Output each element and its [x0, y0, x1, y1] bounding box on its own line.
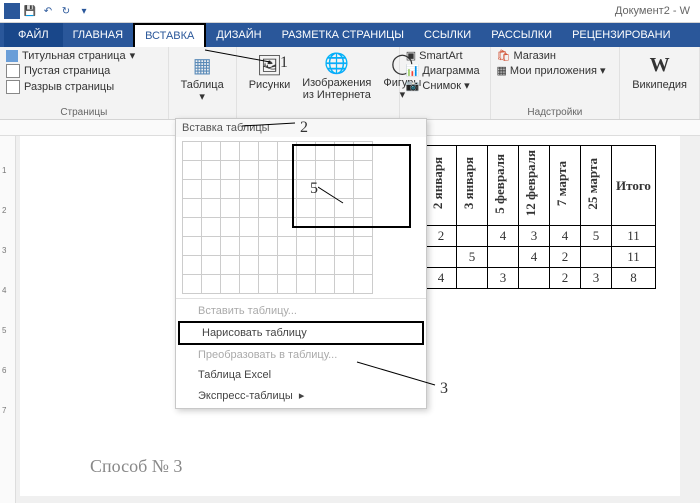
- cover-page-button[interactable]: Титульная страница▾: [6, 49, 162, 62]
- online-pictures-icon: 🌐: [323, 51, 351, 77]
- group-illustrations-2: ▣SmartArt 📊Диаграмма 📷Снимок▾: [400, 47, 491, 119]
- col-date: 5 февраля: [488, 146, 519, 226]
- redo-icon[interactable]: ↻: [58, 3, 74, 19]
- col-date: 2 января: [426, 146, 457, 226]
- cover-page-label: Титульная страница: [22, 50, 126, 62]
- cover-page-icon: [6, 50, 18, 62]
- page-break-button[interactable]: Разрыв страницы: [6, 80, 162, 94]
- pictures-label: Рисунки: [249, 79, 291, 91]
- online-pictures-button[interactable]: 🌐Изображения из Интернета: [296, 49, 377, 103]
- smartart-icon: ▣: [406, 49, 416, 62]
- chart-button[interactable]: 📊Диаграмма: [406, 64, 484, 77]
- tab-layout[interactable]: РАЗМЕТКА СТРАНИЦЫ: [272, 23, 414, 47]
- myapps-icon: ▦: [497, 64, 507, 77]
- tab-references[interactable]: ССЫЛКИ: [414, 23, 481, 47]
- store-label: Магазин: [513, 50, 555, 62]
- tab-insert[interactable]: ВСТАВКА: [133, 23, 206, 47]
- insert-table-item[interactable]: Вставить таблицу...: [176, 301, 426, 321]
- tab-file[interactable]: ФАЙЛ: [4, 23, 63, 47]
- group-addins: 🛍Магазин ▦Мои приложения▾ Надстройки: [491, 47, 621, 119]
- myapps-label: Мои приложения: [510, 65, 597, 77]
- wikipedia-button[interactable]: WВикипедия: [626, 49, 693, 93]
- chart-icon: 📊: [406, 64, 420, 77]
- undo-icon[interactable]: ↶: [40, 3, 56, 19]
- ribbon-tabs: ФАЙЛ ГЛАВНАЯ ВСТАВКА ДИЗАЙН РАЗМЕТКА СТР…: [0, 23, 700, 47]
- table-grid-picker[interactable]: [176, 137, 426, 298]
- document-title: Документ2 - W: [615, 5, 696, 17]
- page-break-icon: [6, 80, 20, 94]
- word-icon: W: [4, 3, 20, 19]
- group-addins-label: Надстройки: [491, 107, 620, 118]
- tab-home[interactable]: ГЛАВНАЯ: [63, 23, 133, 47]
- wikipedia-label: Википедия: [632, 79, 687, 91]
- wikipedia-icon: W: [646, 51, 674, 79]
- screenshot-label: Снимок: [422, 80, 461, 92]
- online-pictures-label: Изображения из Интернета: [302, 77, 371, 101]
- screenshot-button[interactable]: 📷Снимок▾: [406, 79, 484, 92]
- caption-text: Способ № 3: [90, 456, 182, 477]
- callout-1: 1: [280, 54, 288, 72]
- screenshot-icon: 📷: [406, 79, 420, 92]
- tab-design[interactable]: ДИЗАЙН: [206, 23, 271, 47]
- table-button-label: Таблица: [181, 79, 224, 91]
- smartart-button[interactable]: ▣SmartArt: [406, 49, 484, 62]
- group-wiki: WВикипедия: [620, 47, 700, 119]
- store-icon: 🛍: [497, 49, 511, 62]
- callout-3: 3: [440, 380, 448, 398]
- blank-page-icon: [6, 64, 20, 78]
- blank-page-button[interactable]: Пустая страница: [6, 64, 162, 78]
- save-icon[interactable]: 💾: [22, 3, 38, 19]
- draw-table-item[interactable]: Нарисовать таблицу: [178, 321, 424, 345]
- quick-access-toolbar: W 💾 ↶ ↻ ▾: [4, 3, 92, 19]
- ribbon: Титульная страница▾ Пустая страница Разр…: [0, 47, 700, 120]
- store-button[interactable]: 🛍Магазин: [497, 49, 614, 62]
- col-date: 12 февраля: [519, 146, 550, 226]
- tab-review[interactable]: РЕЦЕНЗИРОВАНИ: [562, 23, 680, 47]
- col-total: Итого: [612, 146, 656, 226]
- qat-dropdown-icon[interactable]: ▾: [76, 3, 92, 19]
- title-bar: W 💾 ↶ ↻ ▾ Документ2 - W: [0, 0, 700, 23]
- col-date: 3 января: [457, 146, 488, 226]
- callout-2: 2: [300, 119, 308, 137]
- vertical-ruler[interactable]: 123 4567: [0, 136, 16, 503]
- col-date: 25 марта: [581, 146, 612, 226]
- callout-5: 5: [310, 180, 318, 198]
- chart-label: Диаграмма: [422, 65, 479, 77]
- tab-mailings[interactable]: РАССЫЛКИ: [481, 23, 562, 47]
- smartart-label: SmartArt: [419, 50, 462, 62]
- group-pages: Титульная страница▾ Пустая страница Разр…: [0, 47, 169, 119]
- group-pages-label: Страницы: [0, 107, 168, 118]
- blank-page-label: Пустая страница: [24, 65, 110, 77]
- quick-tables-label: Экспресс-таблицы: [198, 390, 293, 402]
- col-date: 7 марта: [550, 146, 581, 226]
- myapps-button[interactable]: ▦Мои приложения▾: [497, 64, 614, 77]
- page-break-label: Разрыв страницы: [24, 81, 114, 93]
